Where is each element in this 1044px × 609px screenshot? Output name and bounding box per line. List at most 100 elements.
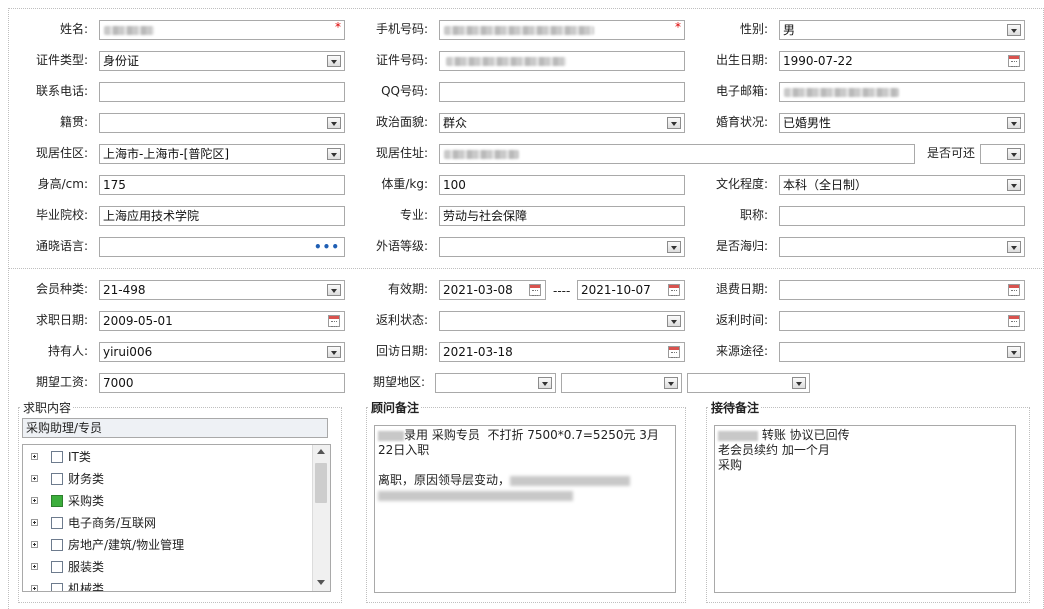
region-label: 期望地区: [372, 375, 425, 389]
expand-icon[interactable] [31, 563, 38, 570]
checkbox[interactable] [51, 539, 63, 551]
apply-value: 2009-05-01 [103, 314, 173, 328]
foreign-select[interactable] [439, 237, 685, 257]
chevron-down-icon[interactable] [667, 315, 681, 327]
chevron-down-icon[interactable] [792, 377, 806, 389]
more-icon[interactable]: ••• [314, 239, 340, 255]
email-label: 电子邮箱: [715, 84, 768, 98]
source-select[interactable] [779, 342, 1025, 362]
returnee-select[interactable] [779, 237, 1025, 257]
education-select[interactable]: 本科（全日制） [779, 175, 1025, 195]
school-field[interactable]: 上海应用技术学院 [99, 206, 345, 226]
chevron-down-icon[interactable] [327, 346, 341, 358]
advisor-notes-textarea[interactable]: 录用 采购专员 不打折 7500*0.7=5250元 3月22日入职 离职，原因领… [374, 425, 676, 593]
chevron-down-icon[interactable] [1007, 24, 1021, 36]
chevron-down-icon[interactable] [1007, 179, 1021, 191]
weight-field[interactable]: 100 [439, 175, 685, 195]
weight-value: 100 [443, 178, 466, 192]
origin-select[interactable] [99, 113, 345, 133]
chevron-down-icon[interactable] [538, 377, 552, 389]
accessible-select[interactable] [980, 144, 1025, 164]
checkbox-checked[interactable] [51, 495, 63, 507]
checkbox[interactable] [51, 451, 63, 463]
valid-to-field[interactable]: 2021-10-07 [577, 280, 685, 300]
birth-date-field[interactable]: 1990-07-22 [779, 51, 1025, 71]
calendar-icon[interactable] [1008, 315, 1020, 327]
region-district-select[interactable] [687, 373, 810, 393]
calendar-icon[interactable] [668, 346, 680, 358]
calendar-icon[interactable] [328, 315, 340, 327]
member-type-select[interactable]: 21-498 [99, 280, 345, 300]
redacted-email [784, 88, 899, 97]
job-category-tree[interactable]: IT类 财务类 采购类 电子商务/互联网 房地产/建筑/物业管理 服装类 机械类 [22, 444, 331, 592]
expand-icon[interactable] [31, 519, 38, 526]
chevron-down-icon[interactable] [327, 284, 341, 296]
holder-select[interactable]: yirui006 [99, 342, 345, 362]
chevron-down-icon[interactable] [667, 117, 681, 129]
political-select[interactable]: 群众 [439, 113, 685, 133]
id-type-select[interactable]: 身份证 [99, 51, 345, 71]
refund-date-field[interactable] [779, 280, 1025, 300]
phone-field[interactable]: * [439, 20, 685, 40]
height-field[interactable]: 175 [99, 175, 345, 195]
region-province-select[interactable] [435, 373, 556, 393]
calendar-icon[interactable] [1008, 284, 1020, 296]
scroll-up-icon[interactable] [317, 449, 325, 454]
birth-value: 1990-07-22 [783, 54, 853, 68]
name-label: 姓名: [59, 22, 88, 36]
expand-icon[interactable] [31, 453, 38, 460]
tree-item-label: 服装类 [68, 560, 105, 574]
rebate-time-field[interactable] [779, 311, 1025, 331]
calendar-icon[interactable] [529, 284, 541, 296]
checkbox[interactable] [51, 517, 63, 529]
apply-label: 求职日期: [35, 313, 88, 327]
chevron-down-icon[interactable] [327, 117, 341, 129]
email-field[interactable] [779, 82, 1025, 102]
reception-notes-textarea[interactable]: 转账 协议已回传 老会员续约 加一个月 采购 [714, 425, 1016, 593]
apply-date-field[interactable]: 2009-05-01 [99, 311, 345, 331]
redacted-text [718, 430, 758, 441]
chevron-down-icon[interactable] [1007, 148, 1021, 160]
calendar-icon[interactable] [1008, 55, 1020, 67]
chevron-down-icon[interactable] [1007, 241, 1021, 253]
advisor-notes-title: 顾问备注 [369, 399, 422, 416]
gender-select[interactable]: 男 [779, 20, 1025, 40]
political-label: 政治面貌: [375, 115, 428, 129]
marital-select[interactable]: 已婚男性 [779, 113, 1025, 133]
chevron-down-icon[interactable] [327, 55, 341, 67]
checkbox[interactable] [51, 561, 63, 573]
expand-icon[interactable] [31, 475, 38, 482]
tree-scrollbar[interactable] [312, 445, 330, 591]
tree-item-label: 机械类 [68, 582, 105, 592]
salary-field[interactable]: 7000 [99, 373, 345, 393]
scroll-down-icon[interactable] [317, 580, 325, 585]
calendar-icon[interactable] [668, 284, 680, 296]
education-label: 文化程度: [715, 177, 768, 191]
section-divider [8, 268, 1042, 269]
chevron-down-icon[interactable] [1007, 346, 1021, 358]
chevron-down-icon[interactable] [667, 241, 681, 253]
tel-field[interactable] [99, 82, 345, 102]
residence-select[interactable]: 上海市-上海市-[普陀区] [99, 144, 345, 164]
major-field[interactable]: 劳动与社会保障 [439, 206, 685, 226]
expand-icon[interactable] [31, 497, 38, 504]
address-field[interactable] [439, 144, 915, 164]
valid-from-field[interactable]: 2021-03-08 [439, 280, 546, 300]
id-no-field[interactable] [439, 51, 685, 71]
chevron-down-icon[interactable] [1007, 117, 1021, 129]
chevron-down-icon[interactable] [664, 377, 678, 389]
checkbox[interactable] [51, 583, 63, 591]
rebate-status-select[interactable] [439, 311, 685, 331]
visit-date-field[interactable]: 2021-03-18 [439, 342, 685, 362]
expand-icon[interactable] [31, 585, 38, 591]
chevron-down-icon[interactable] [327, 148, 341, 160]
scroll-thumb[interactable] [315, 463, 327, 503]
expand-icon[interactable] [31, 541, 38, 548]
language-field[interactable]: ••• [99, 237, 345, 257]
qq-field[interactable] [439, 82, 685, 102]
checkbox[interactable] [51, 473, 63, 485]
region-city-select[interactable] [561, 373, 682, 393]
name-field[interactable]: * [99, 20, 345, 40]
salary-value: 7000 [103, 376, 134, 390]
title-field[interactable] [779, 206, 1025, 226]
